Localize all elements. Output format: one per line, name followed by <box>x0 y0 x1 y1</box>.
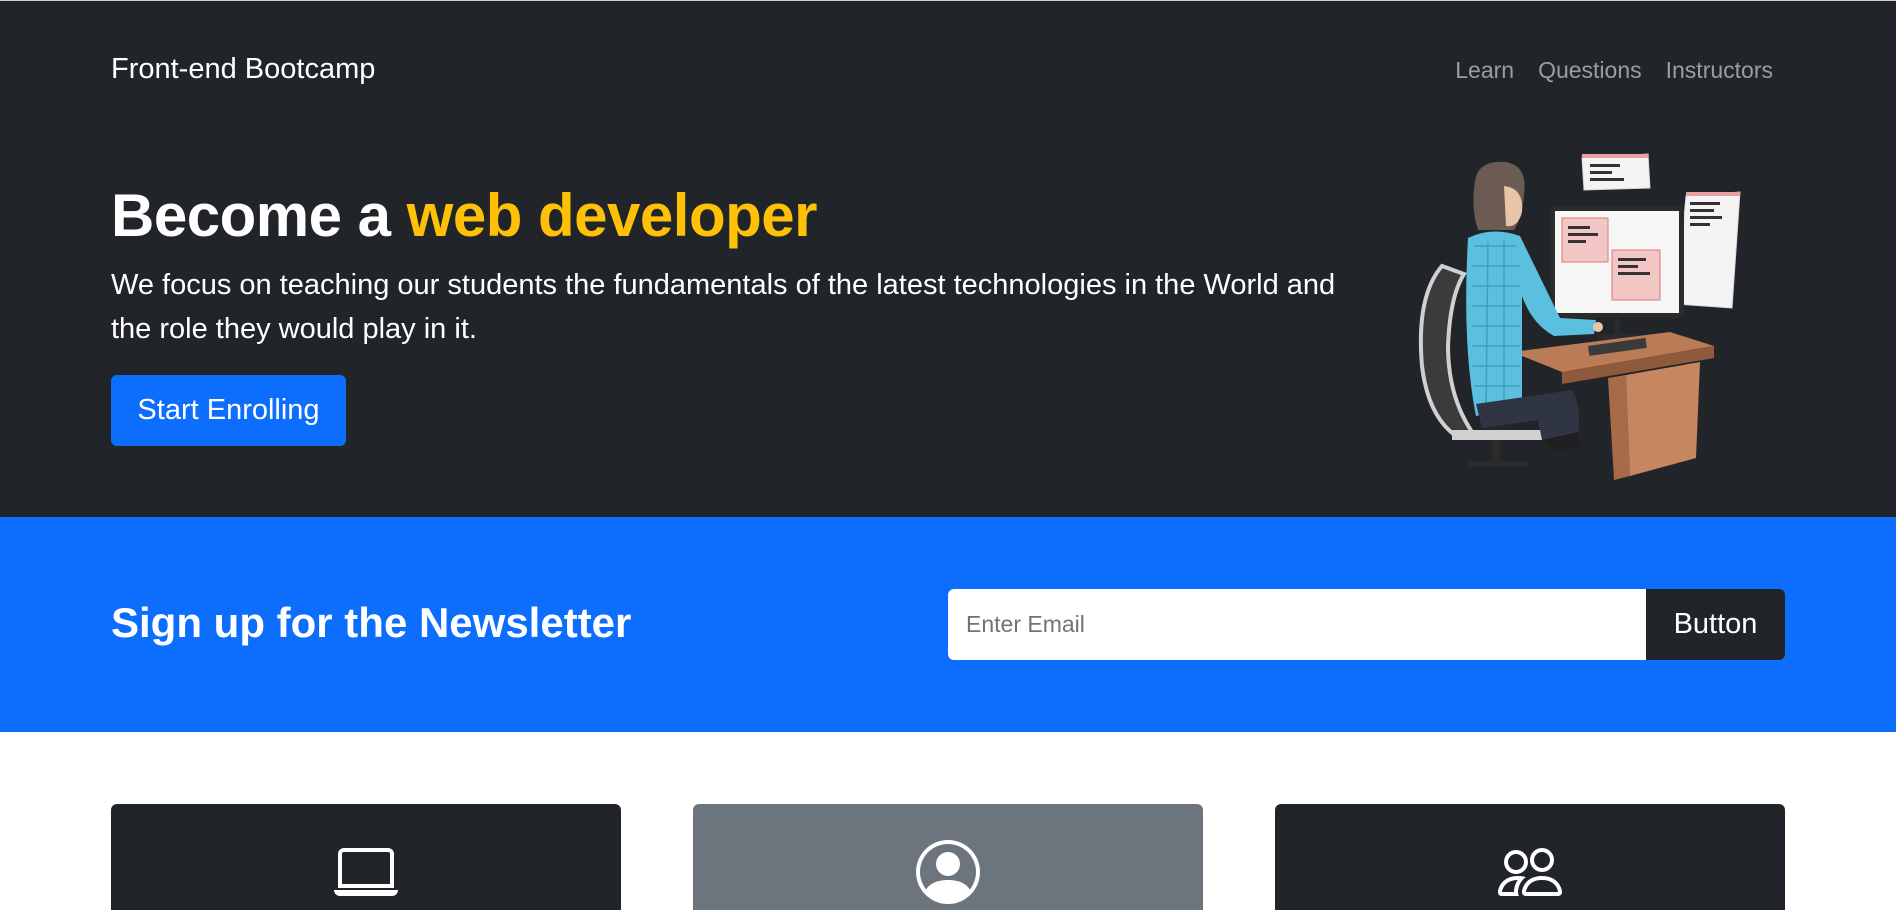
nav-links: Learn Questions Instructors <box>1455 53 1773 87</box>
hero-title-prefix: Become a <box>111 182 407 249</box>
feature-box-2 <box>693 804 1203 910</box>
email-input[interactable] <box>948 589 1646 660</box>
navbar: Front-end Bootcamp Learn Questions Instr… <box>0 0 1896 138</box>
navbar-brand[interactable]: Front-end Bootcamp <box>111 51 375 87</box>
person-circle-icon <box>916 840 980 904</box>
newsletter-title: Sign up for the Newsletter <box>111 599 632 646</box>
start-enrolling-button[interactable]: Start Enrolling <box>111 375 346 446</box>
floating-sheet-right <box>1675 191 1741 309</box>
hero-lead-text: We focus on teaching our students the fu… <box>111 269 1336 345</box>
nav-link-questions[interactable]: Questions <box>1538 53 1642 87</box>
people-icon <box>1498 848 1562 896</box>
newsletter-submit-button[interactable]: Button <box>1646 589 1785 660</box>
laptop-icon <box>334 848 398 896</box>
woman-at-computer-illustration <box>1418 153 1741 480</box>
nav-link-learn[interactable]: Learn <box>1455 53 1514 87</box>
newsletter-section: Sign up for the Newsletter Button <box>0 517 1896 732</box>
hero-title: Become a web developer <box>111 180 817 252</box>
nav-link-instructors[interactable]: Instructors <box>1666 53 1773 87</box>
floating-sheet-top <box>1581 153 1651 191</box>
feature-box-1 <box>111 804 621 910</box>
hero-title-highlight: web developer <box>406 182 818 249</box>
hero-section: Become a web developer We focus on teach… <box>0 138 1896 517</box>
feature-box-3 <box>1275 804 1785 910</box>
feature-boxes-section <box>0 732 1896 910</box>
